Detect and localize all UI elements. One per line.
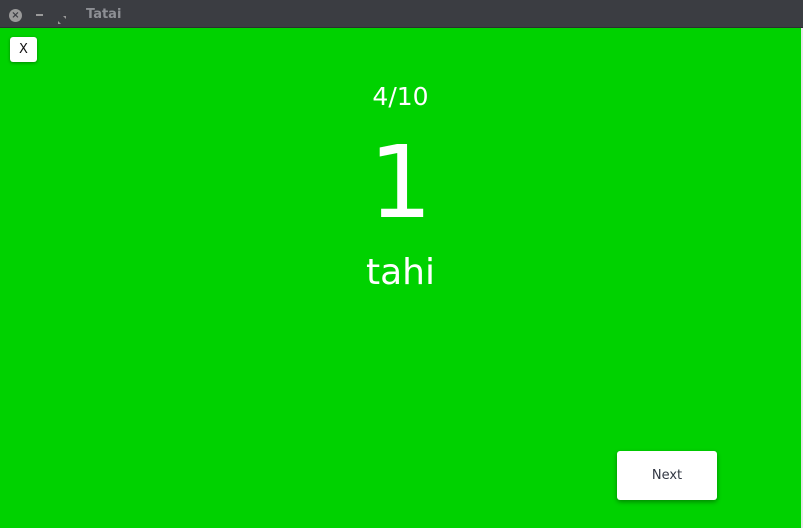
window-titlebar: × Tatai — [0, 0, 803, 28]
quit-button[interactable]: X — [10, 37, 37, 62]
quiz-panel: X 4/10 1 tahi Next — [0, 28, 801, 528]
next-button[interactable]: Next — [617, 451, 717, 500]
window-minimize-icon[interactable] — [36, 14, 43, 16]
answer-word: tahi — [366, 252, 435, 293]
window-title: Tatai — [86, 7, 122, 22]
question-number: 1 — [368, 124, 433, 241]
question-progress: 4/10 — [372, 82, 429, 111]
window-maximize-icon[interactable] — [57, 10, 67, 24]
window-close-icon[interactable]: × — [9, 9, 22, 22]
